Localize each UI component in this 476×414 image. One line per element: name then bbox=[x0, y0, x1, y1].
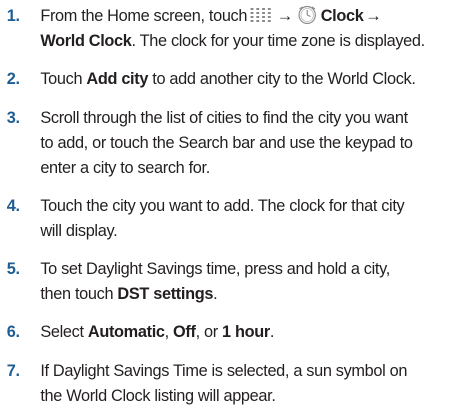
step-line: If Daylight Savings Time is selected, a … bbox=[40, 361, 408, 380]
step-line: To set Daylight Savings time, press and … bbox=[40, 259, 390, 278]
step-text-segment: . bbox=[269, 322, 275, 341]
step-number: 3. bbox=[6, 108, 20, 127]
step-text: Scroll through the list of cities to fin… bbox=[40, 105, 474, 180]
step-text-segment: to add another city to the World Clock. bbox=[148, 69, 416, 88]
step-text-segment: , or bbox=[195, 322, 223, 341]
one-hour-option-label: 1 hour bbox=[222, 322, 270, 341]
step-text: From the Home screen, touch → Clock → World… bbox=[40, 3, 474, 53]
apps-grid-icon bbox=[250, 8, 272, 22]
dst-settings-label: DST settings bbox=[117, 284, 214, 303]
step-number: 7. bbox=[6, 361, 20, 380]
off-option-label: Off bbox=[173, 322, 196, 341]
arrow-right-icon: → bbox=[276, 6, 293, 25]
step-text-segment: then touch bbox=[40, 284, 118, 303]
step-line: enter a city to search for. bbox=[40, 158, 210, 177]
step-text: To set Daylight Savings time, press and … bbox=[40, 256, 474, 306]
step-text-segment: . The clock for your time zone is displa… bbox=[131, 31, 426, 50]
world-clock-label: World Clock bbox=[40, 31, 132, 50]
step-text-segment: Touch bbox=[40, 69, 87, 88]
step-text: If Daylight Savings Time is selected, a … bbox=[40, 358, 474, 408]
step-line: then touch DST settings. bbox=[40, 281, 474, 306]
step-text: Touch Add city to add another city to th… bbox=[40, 66, 474, 91]
step-line: Select Automatic, Off, or 1 hour. bbox=[40, 319, 474, 344]
step-line: will display. bbox=[40, 221, 118, 240]
step-text-segment: From the Home screen, touch bbox=[40, 6, 248, 25]
add-city-label: Add city bbox=[86, 69, 149, 88]
clock-app-label: Clock bbox=[320, 6, 364, 25]
step-text-segment: . bbox=[213, 284, 218, 303]
clock-icon bbox=[298, 5, 317, 25]
step-line: Scroll through the list of cities to fin… bbox=[40, 108, 408, 127]
step-text: Select Automatic, Off, or 1 hour. bbox=[40, 319, 474, 344]
step-line: the World Clock listing will appear. bbox=[40, 386, 276, 405]
step-line: to add, or touch the Search bar and use … bbox=[40, 133, 413, 152]
step-line: From the Home screen, touch → Clock → bbox=[40, 3, 474, 28]
step-number: 4. bbox=[6, 196, 20, 215]
step-number: 6. bbox=[6, 322, 20, 341]
step-text-segment: Select bbox=[40, 322, 88, 341]
automatic-option-label: Automatic bbox=[87, 322, 165, 341]
step-text: Touch the city you want to add. The cloc… bbox=[40, 193, 474, 243]
step-line: World Clock. The clock for your time zon… bbox=[40, 28, 474, 53]
step-line: Touch Add city to add another city to th… bbox=[40, 66, 474, 91]
step-number: 5. bbox=[6, 259, 20, 278]
step-number: 2. bbox=[6, 69, 20, 88]
step-line: Touch the city you want to add. The cloc… bbox=[40, 196, 405, 215]
step-number: 1. bbox=[6, 6, 20, 25]
arrow-right-icon: → bbox=[365, 6, 382, 25]
step-text-segment: , bbox=[164, 322, 174, 341]
